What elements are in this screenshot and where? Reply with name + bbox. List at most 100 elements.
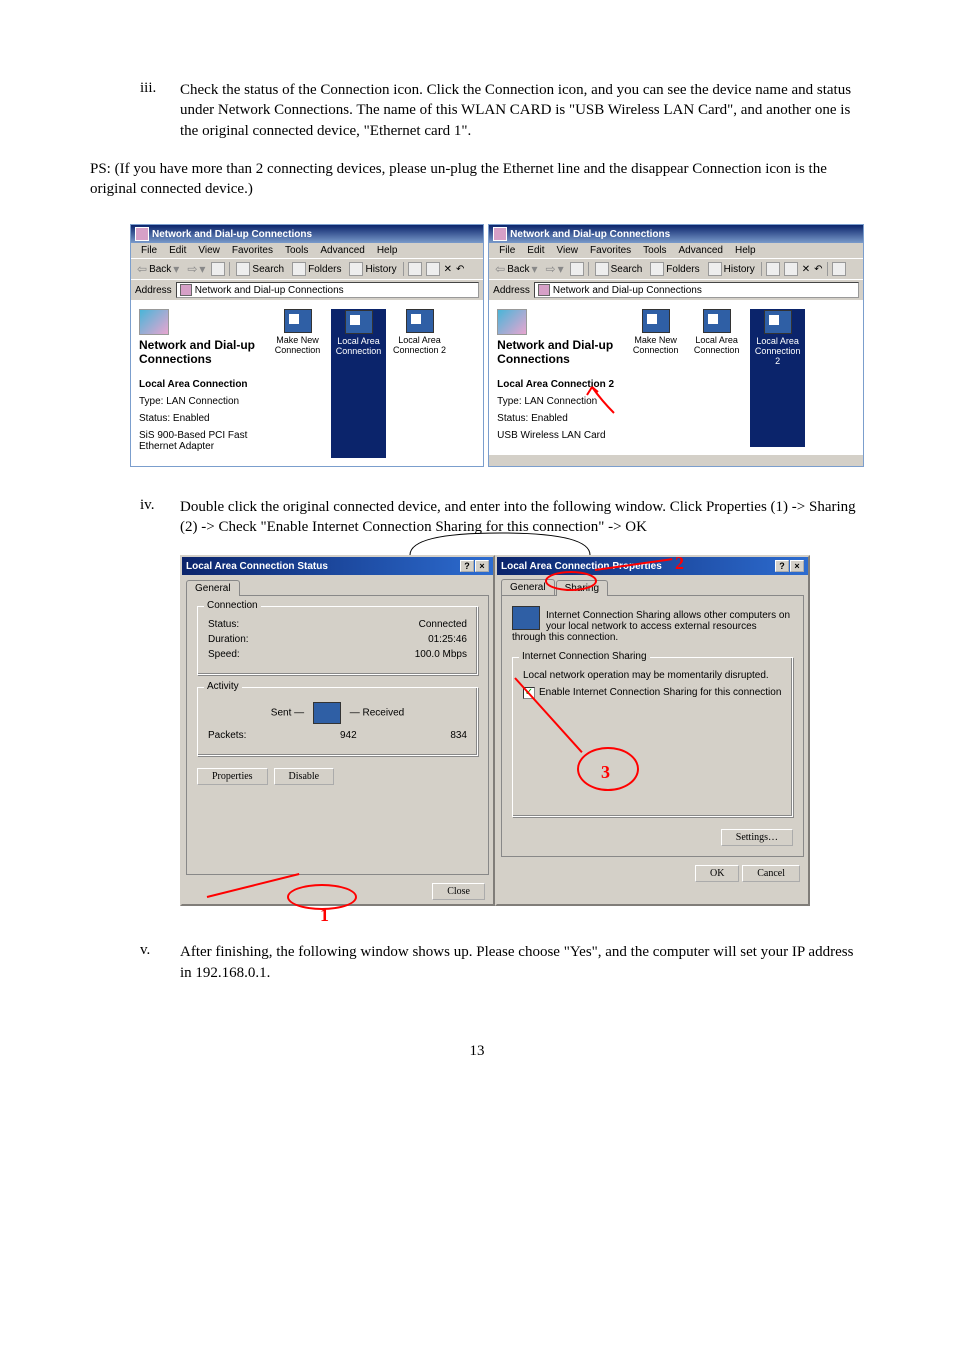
sel-title: Local Area Connection xyxy=(139,379,248,390)
views-icon[interactable] xyxy=(832,262,846,276)
folders-button[interactable]: Folders xyxy=(648,261,701,277)
sharing-icon xyxy=(512,606,540,630)
menu-file[interactable]: File xyxy=(135,244,163,257)
device-line: USB Wireless LAN Card xyxy=(497,430,622,441)
step-v-num: v. xyxy=(90,942,180,983)
copyto-icon[interactable] xyxy=(784,262,798,276)
annotation-num-2: 2 xyxy=(675,553,684,574)
history-button[interactable]: History xyxy=(706,261,757,277)
undo-icon[interactable]: ↶ xyxy=(456,264,464,275)
enable-ics-checkbox[interactable]: ✓ Enable Internet Connection Sharing for… xyxy=(523,687,782,699)
search-button[interactable]: Search xyxy=(593,261,645,277)
menu-edit[interactable]: Edit xyxy=(163,244,192,257)
address-bar: Address Network and Dial-up Connections xyxy=(489,280,863,301)
local-area-connection-icon[interactable]: Local Area Connection xyxy=(331,309,386,458)
menu-edit[interactable]: Edit xyxy=(521,244,550,257)
close-button[interactable]: Close xyxy=(432,883,485,900)
ps-note: PS: (If you have more than 2 connecting … xyxy=(90,159,864,200)
address-field[interactable]: Network and Dial-up Connections xyxy=(176,282,479,298)
up-icon[interactable] xyxy=(211,262,225,276)
type-line: Type: LAN Connection xyxy=(139,396,264,407)
menu-tools[interactable]: Tools xyxy=(279,244,314,257)
address-field[interactable]: Network and Dial-up Connections xyxy=(534,282,859,298)
undo-icon[interactable]: ↶ xyxy=(814,264,822,275)
address-label: Address xyxy=(135,285,172,296)
tab-row: General xyxy=(182,575,493,595)
menu-tools[interactable]: Tools xyxy=(637,244,672,257)
dialogs-row: Local Area Connection Status ? × General… xyxy=(180,555,864,906)
menu-help[interactable]: Help xyxy=(729,244,762,257)
make-new-connection-icon[interactable]: Make New Connection xyxy=(628,309,683,447)
group-activity: Activity Sent — — Received Packets:94283… xyxy=(197,687,478,756)
menu-view[interactable]: View xyxy=(551,244,585,257)
red-arrow-annotation xyxy=(584,383,624,423)
dialog-panel: Internet Connection Sharing allows other… xyxy=(501,595,804,857)
activity-diagram: Sent — — Received xyxy=(208,702,467,724)
info-pane: Network and Dial-up Connections Local Ar… xyxy=(139,309,264,458)
folder-big-icon xyxy=(497,309,527,335)
menu-help[interactable]: Help xyxy=(371,244,404,257)
disable-button[interactable]: Disable xyxy=(274,768,335,785)
menu-file[interactable]: File xyxy=(493,244,521,257)
explorer-screenshots: Network and Dial-up Connections File Edi… xyxy=(130,224,864,467)
window-icon xyxy=(135,227,149,241)
properties-dialog: Local Area Connection Properties ? × Gen… xyxy=(495,555,810,906)
folders-button[interactable]: Folders xyxy=(290,261,343,277)
menubar: File Edit View Favorites Tools Advanced … xyxy=(131,243,483,259)
cancel-button[interactable]: Cancel xyxy=(742,865,800,882)
step-iii-text: Check the status of the Connection icon.… xyxy=(180,80,864,141)
pane-title: Network and Dial-up Connections xyxy=(139,339,264,367)
menu-favorites[interactable]: Favorites xyxy=(226,244,279,257)
ok-button[interactable]: OK xyxy=(695,865,739,882)
help-button[interactable]: ? xyxy=(775,560,789,572)
settings-row: Settings… xyxy=(512,829,793,846)
copyto-icon[interactable] xyxy=(426,262,440,276)
properties-button[interactable]: Properties xyxy=(197,768,268,785)
delete-icon[interactable]: ✕ xyxy=(802,264,810,275)
local-area-connection-2-icon[interactable]: Local Area Connection 2 xyxy=(392,309,447,458)
step-v-text: After finishing, the following window sh… xyxy=(180,942,864,983)
back-button[interactable]: ⇦Back▾ xyxy=(493,261,539,277)
dialog-title: Local Area Connection Status xyxy=(186,561,328,572)
address-bar: Address Network and Dial-up Connections xyxy=(131,280,483,301)
status-dialog: Local Area Connection Status ? × General… xyxy=(180,555,495,906)
moveto-icon[interactable] xyxy=(766,262,780,276)
sharing-blurb: Internet Connection Sharing allows other… xyxy=(512,606,793,647)
close-icon[interactable]: × xyxy=(475,560,489,572)
device-line: SiS 900-Based PCI Fast Ethernet Adapter xyxy=(139,430,264,452)
fwd-button[interactable]: ⇨▾ xyxy=(544,261,566,277)
menu-favorites[interactable]: Favorites xyxy=(584,244,637,257)
bracket-annotation xyxy=(410,529,600,557)
menu-advanced[interactable]: Advanced xyxy=(314,244,370,257)
menu-view[interactable]: View xyxy=(192,244,226,257)
make-new-connection-icon[interactable]: Make New Connection xyxy=(270,309,325,458)
content-area: Network and Dial-up Connections Local Ar… xyxy=(489,301,863,455)
window-title: Network and Dial-up Connections xyxy=(510,229,670,240)
delete-icon[interactable]: ✕ xyxy=(444,264,452,275)
pane-title: Network and Dial-up Connections xyxy=(497,339,622,367)
icon-pane: Make New Connection Local Area Connectio… xyxy=(270,309,475,458)
dialog-panel: Connection Status:Connected Duration:01:… xyxy=(186,595,489,875)
activity-icon xyxy=(313,702,341,724)
moveto-icon[interactable] xyxy=(408,262,422,276)
menu-advanced[interactable]: Advanced xyxy=(673,244,729,257)
local-area-connection-icon[interactable]: Local Area Connection xyxy=(689,309,744,447)
close-icon[interactable]: × xyxy=(790,560,804,572)
dialog-titlebar: Local Area Connection Status ? × xyxy=(182,557,493,575)
help-button[interactable]: ? xyxy=(460,560,474,572)
content-area: Network and Dial-up Connections Local Ar… xyxy=(131,301,483,466)
address-icon xyxy=(538,284,550,296)
history-button[interactable]: History xyxy=(347,261,398,277)
local-area-connection-2-icon[interactable]: Local Area Connection 2 xyxy=(750,309,805,447)
fwd-button[interactable]: ⇨▾ xyxy=(185,261,207,277)
tab-general[interactable]: General xyxy=(186,580,240,596)
up-icon[interactable] xyxy=(570,262,584,276)
window-titlebar: Network and Dial-up Connections xyxy=(131,225,483,243)
step-iii: iii. Check the status of the Connection … xyxy=(90,80,864,141)
search-button[interactable]: Search xyxy=(234,261,286,277)
step-iv-num: iv. xyxy=(90,497,180,538)
settings-button[interactable]: Settings… xyxy=(721,829,793,846)
group-connection: Connection Status:Connected Duration:01:… xyxy=(197,606,478,675)
back-button[interactable]: ⇦Back▾ xyxy=(135,261,181,277)
button-row: Properties Disable xyxy=(197,768,478,785)
